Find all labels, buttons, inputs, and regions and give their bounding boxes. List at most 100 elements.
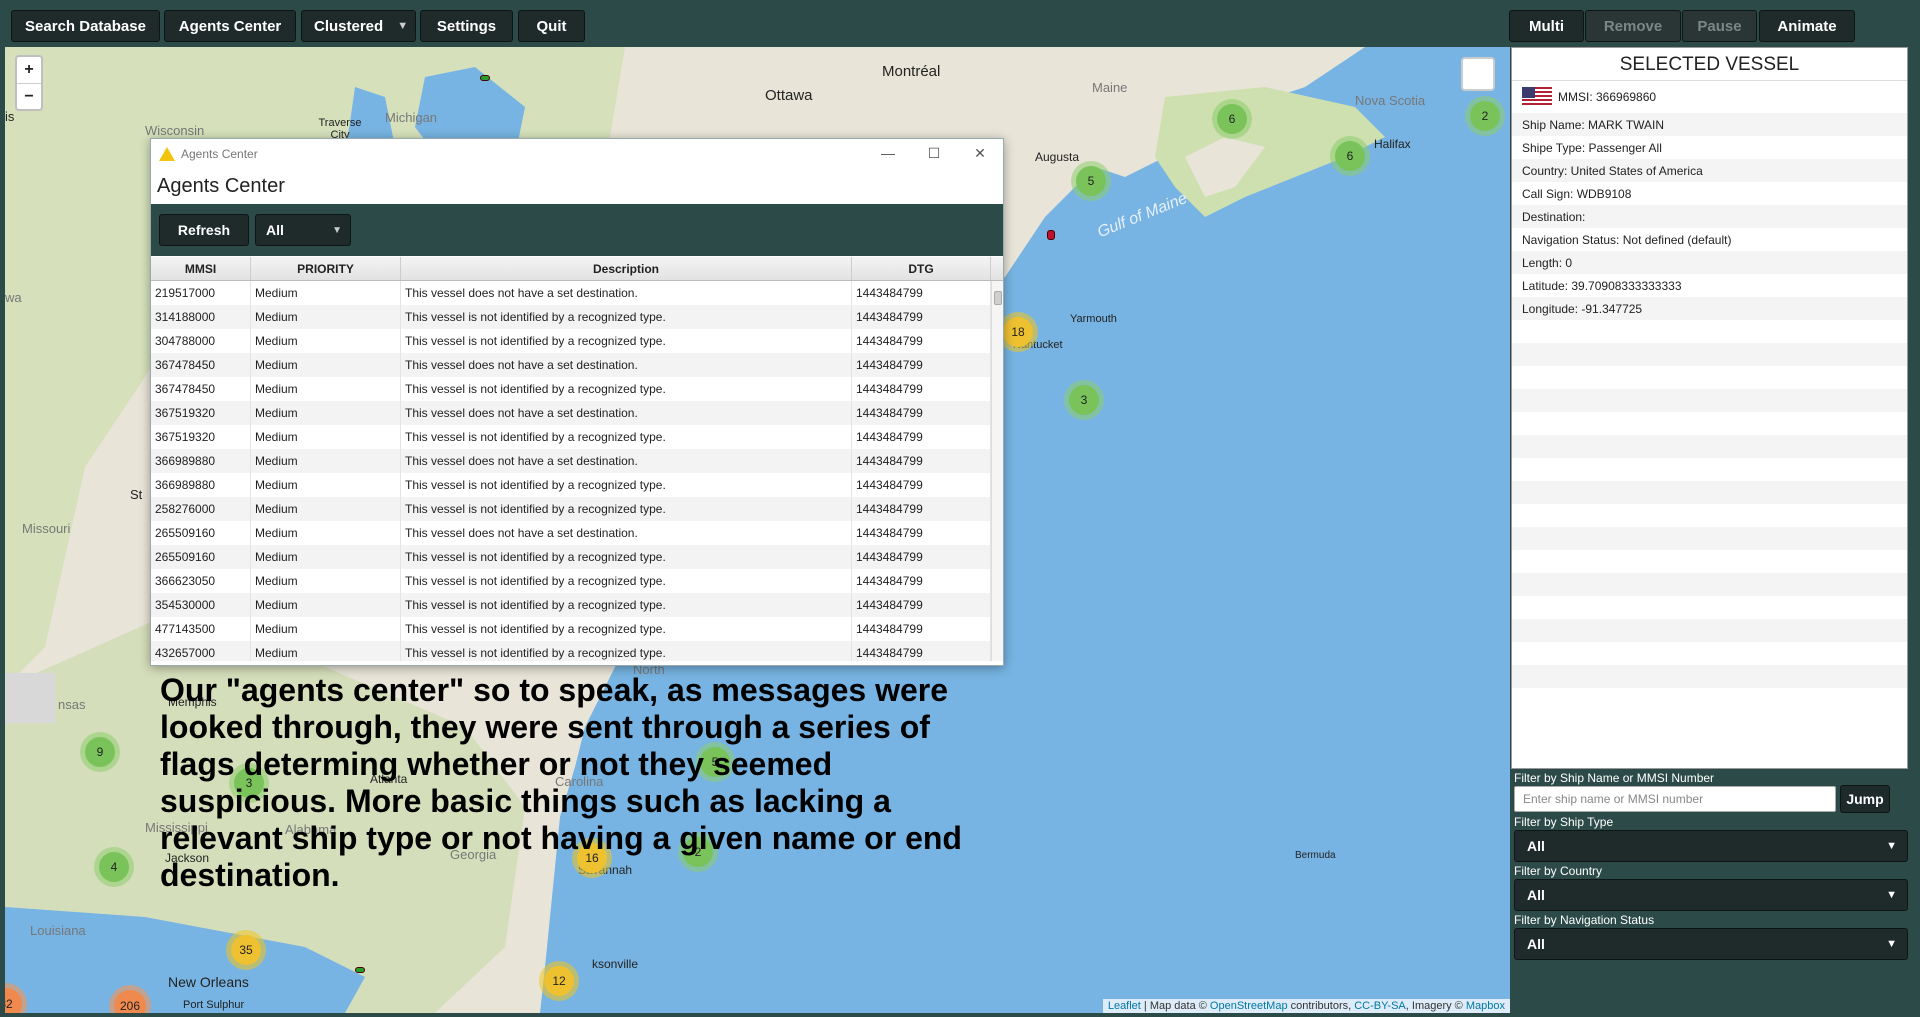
pause-button[interactable]: Pause	[1682, 10, 1757, 42]
table-cell: 367478450	[151, 377, 251, 401]
table-cell: 367519320	[151, 401, 251, 425]
nav-status-select[interactable]: All ▼	[1514, 928, 1908, 960]
table-cell: This vessel does not have a set destinat…	[401, 521, 852, 545]
table-row[interactable]: 354530000 Medium This vessel is not identi…	[151, 593, 1003, 617]
column-header[interactable]: PRIORITY	[251, 257, 401, 280]
ship-search-input[interactable]: Enter ship name or MMSI number	[1514, 786, 1836, 812]
table-cell: 265509160	[151, 545, 251, 569]
vessel-empty-row	[1512, 665, 1907, 688]
zoom-in-button[interactable]: +	[17, 57, 41, 83]
table-row[interactable]: 367478450 Medium This vessel does not have…	[151, 353, 1003, 377]
multi-button[interactable]: Multi	[1509, 10, 1584, 42]
us-flag-icon	[1522, 87, 1552, 107]
vessel-cluster[interactable]: 5	[1071, 161, 1111, 201]
priority-filter-select[interactable]: All ▼	[255, 214, 351, 246]
window-titlebar[interactable]: Agents Center — ☐ ✕	[151, 139, 1003, 168]
column-header[interactable]: MMSI	[151, 257, 251, 280]
table-cell: Medium	[251, 617, 401, 641]
agents-center-button[interactable]: Agents Center	[164, 10, 296, 42]
close-button[interactable]: ✕	[957, 145, 1003, 162]
animate-button[interactable]: Animate	[1759, 10, 1855, 42]
map-label: ksonville	[592, 957, 639, 971]
table-row[interactable]: 219517000 Medium This vessel does not have…	[151, 281, 1003, 305]
vessel-empty-row	[1512, 366, 1907, 389]
table-row[interactable]: 366989880 Medium This vessel does not have…	[151, 449, 1003, 473]
leaflet-link[interactable]: Leaflet	[1108, 1000, 1141, 1012]
zoom-out-button[interactable]: −	[17, 83, 41, 109]
vessel-marker[interactable]	[355, 967, 365, 973]
table-cell: 432657000	[151, 641, 251, 661]
vessel-detail-row: Navigation Status: Not defined (default)	[1522, 232, 1732, 247]
table-row[interactable]: 366989880 Medium This vessel is not identi…	[151, 473, 1003, 497]
vessel-marker[interactable]	[480, 75, 490, 81]
table-cell: This vessel is not identified by a recog…	[401, 329, 852, 353]
vessel-cluster[interactable]: 9	[80, 732, 120, 772]
table-cell: 366623050	[151, 569, 251, 593]
mapbox-link[interactable]: Mapbox	[1466, 1000, 1505, 1012]
vessel-marker[interactable]	[1047, 230, 1055, 240]
table-row[interactable]: 367478450 Medium This vessel is not identi…	[151, 377, 1003, 401]
map-label: New Orleans	[168, 974, 249, 990]
table-row[interactable]: 258276000 Medium This vessel is not identi…	[151, 497, 1003, 521]
vessel-cluster[interactable]: 35	[226, 930, 266, 970]
table-cell: 258276000	[151, 497, 251, 521]
vessel-cluster[interactable]: 2	[1465, 96, 1505, 136]
refresh-button[interactable]: Refresh	[159, 214, 249, 246]
quit-button[interactable]: Quit	[518, 10, 585, 42]
table-row[interactable]: 477143500 Medium This vessel is not identi…	[151, 617, 1003, 641]
table-cell: 1443484799	[852, 641, 991, 661]
table-row[interactable]: 432657000 Medium This vessel is not identi…	[151, 641, 1003, 661]
vessel-cluster[interactable]: 4	[94, 847, 134, 887]
table-cell: 304788000	[151, 329, 251, 353]
column-header[interactable]: Description	[401, 257, 852, 280]
table-cell: 366989880	[151, 473, 251, 497]
table-row[interactable]: 367519320 Medium This vessel does not have…	[151, 401, 1003, 425]
table-row[interactable]: 366623050 Medium This vessel is not identi…	[151, 569, 1003, 593]
table-cell: 1443484799	[852, 281, 991, 305]
table-row[interactable]: 265509160 Medium This vessel is not identi…	[151, 545, 1003, 569]
country-select[interactable]: All ▼	[1514, 879, 1908, 911]
map-label: Michigan	[385, 110, 438, 125]
table-cell: 367478450	[151, 353, 251, 377]
table-row[interactable]: 304788000 Medium This vessel is not identi…	[151, 329, 1003, 353]
table-row[interactable]: 314188000 Medium This vessel is not identi…	[151, 305, 1003, 329]
chevron-down-icon: ▼	[1886, 938, 1897, 950]
vessel-empty-row	[1512, 320, 1907, 343]
vessel-cluster[interactable]: 12	[539, 961, 579, 1001]
cluster-count: 12	[544, 966, 574, 996]
minimize-button[interactable]: —	[865, 145, 911, 162]
table-cell: Medium	[251, 497, 401, 521]
attribution-text: contributors,	[1287, 1000, 1355, 1012]
maximize-button[interactable]: ☐	[911, 145, 957, 162]
scroll-thumb[interactable]	[994, 291, 1002, 305]
column-header[interactable]: DTG	[852, 257, 991, 280]
table-cell: Medium	[251, 545, 401, 569]
chevron-down-icon: ▼	[397, 20, 409, 32]
vessel-cluster[interactable]: 3	[1064, 380, 1104, 420]
cluster-count: 32	[5, 988, 22, 1013]
vessel-detail-row: Call Sign: WDB9108	[1522, 186, 1632, 201]
table-row[interactable]: 265509160 Medium This vessel does not have…	[151, 521, 1003, 545]
cluster-mode-select[interactable]: Clustered ▼	[301, 10, 416, 42]
map-label: Montréal	[882, 63, 941, 80]
vessel-detail-row: Longitude: -91.347725	[1512, 297, 1907, 320]
settings-button[interactable]: Settings	[420, 10, 513, 42]
vessel-detail-row: Length: 0	[1512, 251, 1907, 274]
license-link[interactable]: CC-BY-SA	[1354, 1000, 1406, 1012]
vessel-cluster[interactable]: 18	[998, 312, 1038, 352]
table-row[interactable]: 367519320 Medium This vessel is not identi…	[151, 425, 1003, 449]
cluster-count: 206	[114, 990, 146, 1013]
ship-type-select[interactable]: All ▼	[1514, 830, 1908, 862]
vessel-cluster[interactable]: 6	[1330, 136, 1370, 176]
remove-button[interactable]: Remove	[1585, 10, 1681, 42]
map-label: nsas	[58, 697, 86, 712]
vessel-cluster[interactable]: 6	[1212, 99, 1252, 139]
jump-button[interactable]: Jump	[1840, 785, 1890, 813]
vessel-empty-row	[1512, 435, 1907, 458]
table-scrollbar[interactable]	[991, 281, 1003, 661]
osm-link[interactable]: OpenStreetMap	[1210, 1000, 1288, 1012]
table-cell: 1443484799	[852, 329, 991, 353]
search-database-button[interactable]: Search Database	[11, 10, 160, 42]
table-cell: This vessel does not have a set destinat…	[401, 401, 852, 425]
map-layer-toggle[interactable]	[1461, 57, 1495, 91]
